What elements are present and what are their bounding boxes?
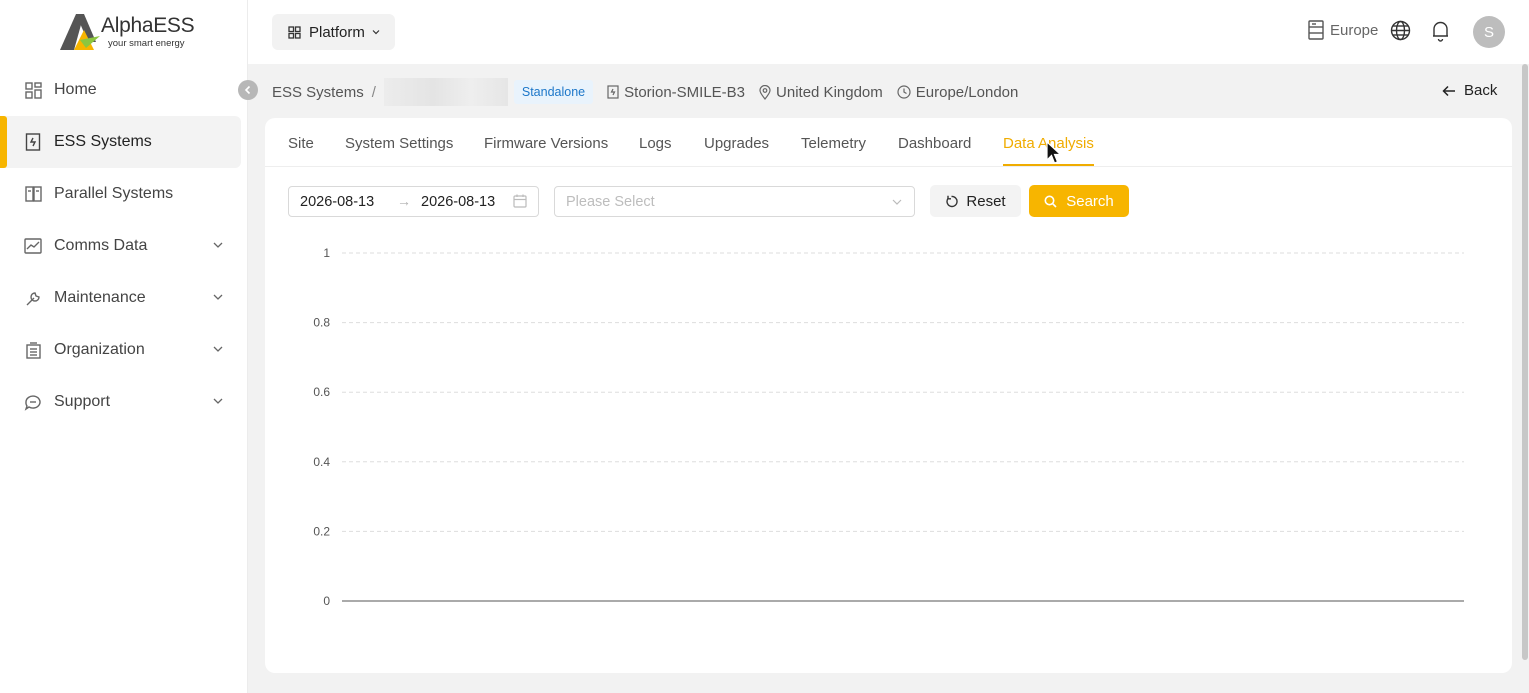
building-icon	[607, 85, 619, 99]
y-tick-label: 0.8	[313, 316, 330, 330]
home-grid-icon	[24, 81, 42, 99]
sidebar-item-label: Organization	[54, 341, 145, 358]
scrollbar-thumb[interactable]	[1522, 64, 1528, 660]
collapse-sidebar-button[interactable]	[238, 80, 258, 100]
select-placeholder: Please Select	[566, 194, 655, 210]
timezone: Europe/London	[897, 83, 1019, 101]
building-icon	[24, 133, 42, 151]
country: United Kingdom	[759, 84, 883, 101]
brand-name: AlphaESS	[101, 14, 195, 37]
page-scrollbar[interactable]	[1521, 64, 1529, 664]
search-icon	[1044, 195, 1057, 208]
sidebar-item-organization[interactable]: Organization	[0, 324, 248, 376]
region-selector[interactable]: Europe	[1308, 20, 1378, 40]
wrench-icon	[24, 289, 42, 307]
clock-icon	[897, 85, 911, 99]
notifications-button[interactable]	[1430, 20, 1451, 47]
sidebar-item-label: Parallel Systems	[54, 185, 174, 202]
y-tick-label: 1	[323, 246, 330, 260]
chat-icon	[24, 393, 42, 411]
date-start[interactable]: 2026-08-13	[300, 194, 374, 210]
tab-logs[interactable]: Logs	[639, 135, 672, 152]
breadcrumb-root[interactable]: ESS Systems	[272, 84, 364, 101]
tab-system-settings[interactable]: System Settings	[345, 135, 453, 152]
device-model-label: Storion-SMILE-B3	[624, 83, 746, 101]
sidebar-nav: Home ESS Systems Parallel Systems Comms …	[0, 64, 248, 428]
y-tick-label: 0	[323, 594, 330, 608]
metric-select[interactable]: Please Select	[554, 186, 915, 217]
search-label: Search	[1066, 192, 1114, 210]
timezone-label: Europe/London	[915, 83, 1019, 101]
content-card: Site System Settings Firmware Versions L…	[265, 118, 1512, 673]
date-range-arrow: →	[397, 193, 411, 209]
sidebar-item-home[interactable]: Home	[0, 64, 248, 116]
mouse-cursor-icon	[1046, 141, 1063, 164]
calendar-icon	[513, 194, 527, 208]
arrow-left-icon	[1442, 85, 1455, 96]
search-button[interactable]: Search	[1029, 185, 1129, 217]
reset-label: Reset	[966, 192, 1006, 210]
globe-icon	[1390, 20, 1411, 41]
sidebar-item-label: Comms Data	[54, 237, 148, 254]
data-analysis-chart: 1 0.8 0.6 0.4 0.2 0	[313, 246, 1464, 608]
breadcrumb-separator: /	[371, 83, 376, 101]
tab-site[interactable]: Site	[288, 135, 314, 152]
date-end[interactable]: 2026-08-13	[421, 194, 495, 210]
sidebar-item-support[interactable]: Support	[0, 376, 248, 428]
tab-dashboard[interactable]: Dashboard	[898, 135, 971, 152]
sidebar: AlphaESS your smart energy Home ESS Syst…	[0, 0, 248, 693]
location-pin-icon	[759, 84, 771, 100]
bell-icon	[1433, 21, 1448, 42]
platform-label: Platform	[309, 23, 365, 41]
language-button[interactable]	[1390, 20, 1411, 46]
sidebar-item-label: Maintenance	[54, 289, 146, 306]
back-label: Back	[1464, 82, 1498, 99]
brand-tagline: your smart energy	[108, 38, 185, 49]
book-icon	[24, 185, 42, 203]
breadcrumb: ESS Systems / Standalone Storion-SMILE-B…	[272, 78, 1032, 106]
chart-line-icon	[24, 237, 42, 255]
chevron-down-icon	[213, 398, 223, 404]
sidebar-item-maintenance[interactable]: Maintenance	[0, 272, 248, 324]
tab-firmware-versions[interactable]: Firmware Versions	[484, 135, 608, 152]
office-icon	[24, 341, 42, 359]
chevron-left-icon	[244, 85, 251, 95]
platform-dropdown[interactable]: Platform	[272, 14, 395, 50]
reset-button[interactable]: Reset	[930, 185, 1021, 217]
server-icon	[1308, 20, 1324, 40]
region-label: Europe	[1330, 21, 1379, 39]
grid-icon	[288, 25, 301, 39]
sidebar-item-parallel-systems[interactable]: Parallel Systems	[0, 168, 248, 220]
sidebar-item-comms-data[interactable]: Comms Data	[0, 220, 248, 272]
sidebar-item-label: Support	[54, 393, 111, 410]
y-tick-label: 0.4	[313, 455, 330, 469]
tab-upgrades[interactable]: Upgrades	[704, 135, 769, 152]
chevron-down-icon	[213, 294, 223, 300]
chevron-down-icon	[892, 199, 902, 205]
avatar[interactable]: S	[1473, 16, 1505, 48]
y-tick-label: 0.2	[313, 524, 330, 538]
chevron-down-icon	[213, 242, 223, 248]
sidebar-item-label: ESS Systems	[54, 133, 152, 150]
device-model: Storion-SMILE-B3	[607, 84, 745, 101]
back-button[interactable]: Back	[1442, 82, 1497, 99]
redacted-system-id	[383, 78, 508, 106]
chevron-down-icon	[213, 346, 223, 352]
tab-bar: Site System Settings Firmware Versions L…	[265, 118, 1512, 167]
tab-telemetry[interactable]: Telemetry	[801, 135, 866, 152]
top-bar: Platform Europe S	[248, 0, 1529, 64]
alphaess-logo[interactable]: AlphaESS your smart energy	[60, 12, 200, 52]
chevron-down-icon	[372, 30, 380, 35]
date-range-picker[interactable]: 2026-08-13 → 2026-08-13	[288, 186, 539, 217]
reset-icon	[946, 195, 959, 207]
y-tick-label: 0.6	[313, 385, 330, 399]
alphaess-logo-icon	[60, 14, 100, 50]
mode-tag: Standalone	[513, 80, 594, 104]
country-label: United Kingdom	[776, 83, 883, 101]
sidebar-item-ess-systems[interactable]: ESS Systems	[0, 116, 241, 168]
sidebar-item-label: Home	[54, 81, 97, 98]
